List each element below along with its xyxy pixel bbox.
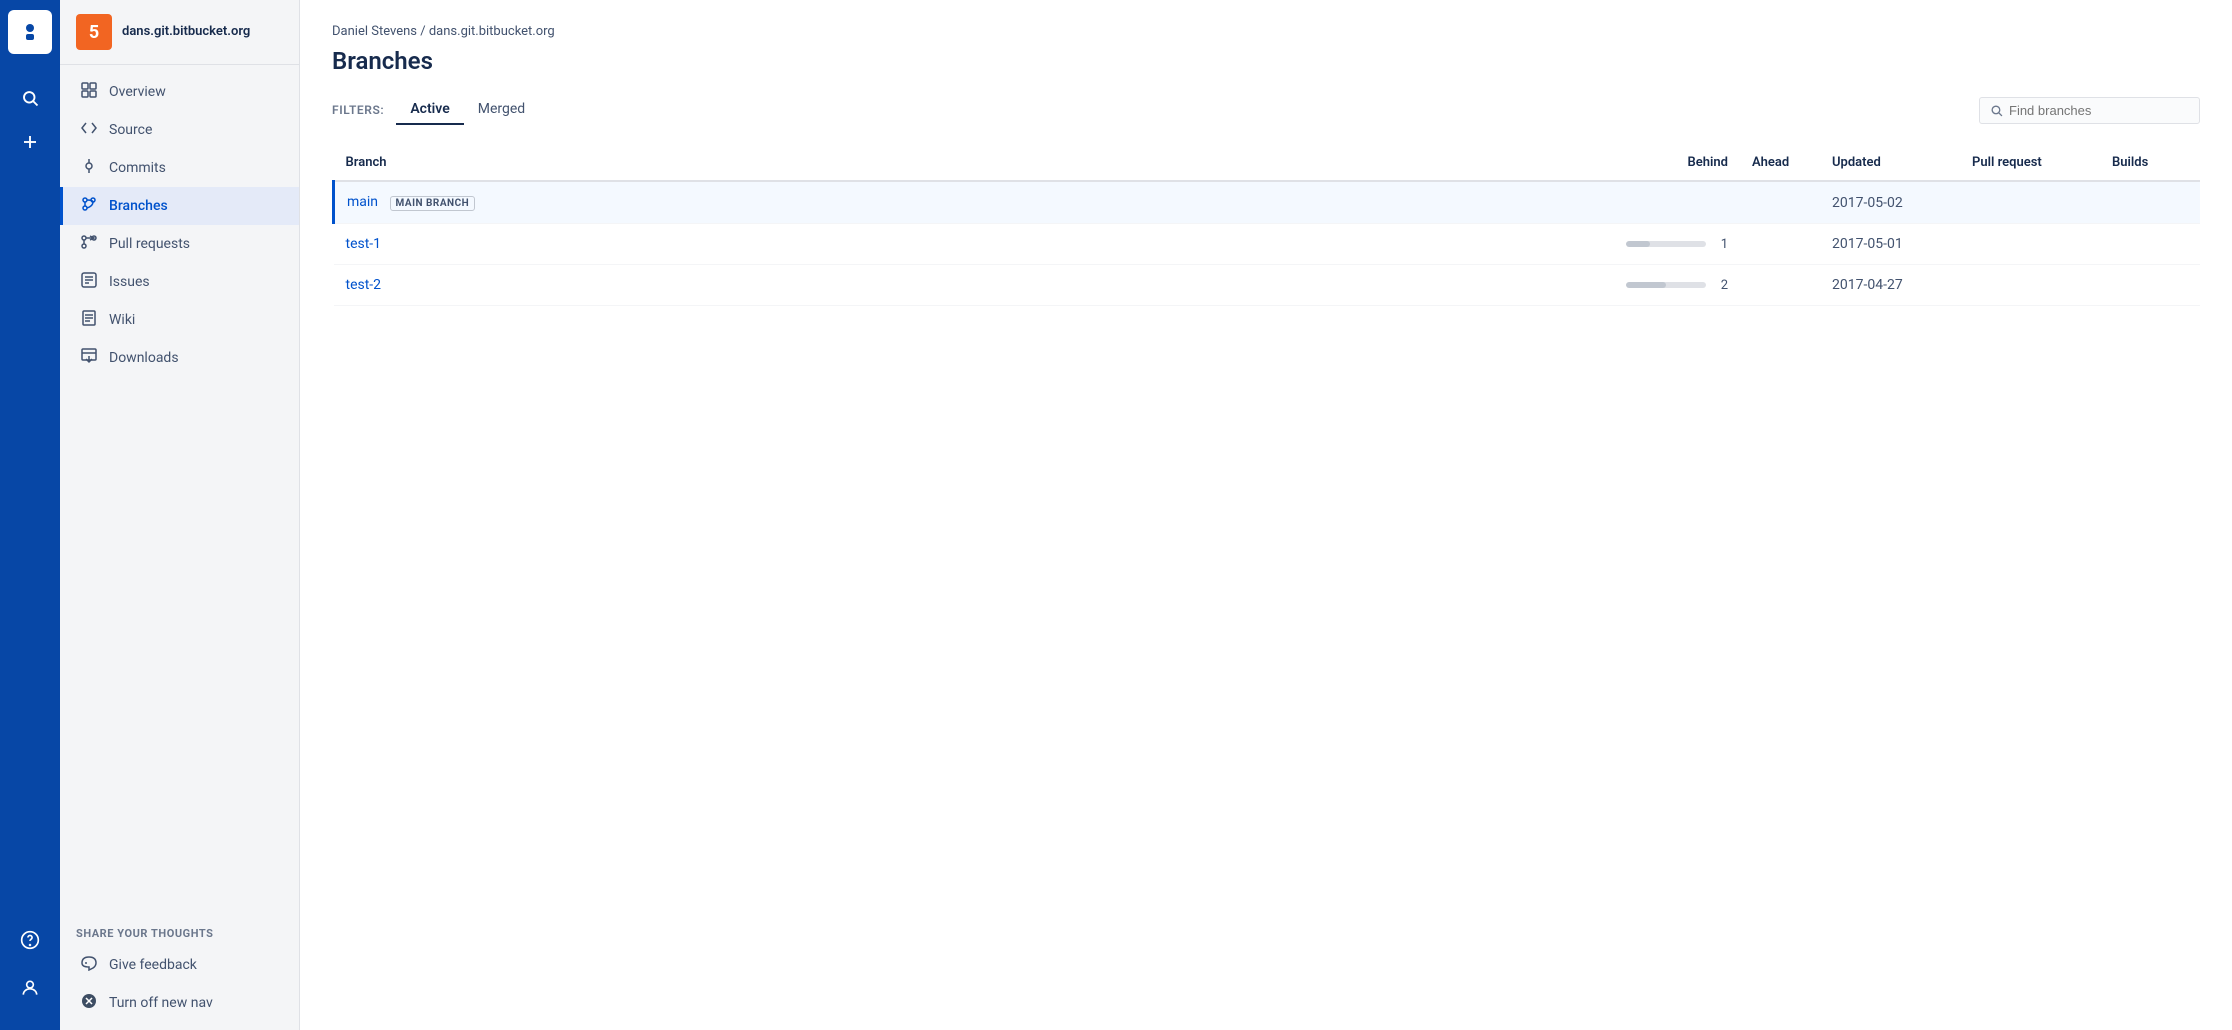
behind-bar-test2 — [1626, 282, 1706, 288]
filters-row: FILTERS: Active Merged — [332, 95, 2200, 125]
col-ahead: Ahead — [1740, 145, 1820, 181]
icon-bar — [0, 0, 60, 1030]
sidebar-bottom: SHARE YOUR THOUGHTS Give feedback Turn o… — [60, 911, 299, 1030]
sidebar-item-downloads[interactable]: Downloads — [60, 339, 299, 377]
sidebar-item-wiki-label: Wiki — [109, 312, 135, 328]
branches-icon — [79, 196, 99, 216]
col-builds: Builds — [2100, 145, 2200, 181]
sidebar-item-overview-label: Overview — [109, 84, 166, 100]
col-branch: Branch — [334, 145, 1581, 181]
sidebar-item-give-feedback-label: Give feedback — [109, 957, 197, 973]
table-row: test-2 2 2017-04-27 — [334, 265, 2201, 306]
search-button[interactable] — [10, 78, 50, 118]
sidebar: 5 dans.git.bitbucket.org Overview Source — [60, 0, 300, 1030]
behind-num-test2: 2 — [1712, 278, 1728, 293]
share-thoughts-title: SHARE YOUR THOUGHTS — [60, 911, 299, 946]
ahead-cell-test1 — [1740, 224, 1820, 265]
sidebar-item-branches-label: Branches — [109, 198, 168, 214]
issues-icon — [79, 272, 99, 292]
main-branch-badge: MAIN BRANCH — [390, 196, 476, 211]
main-content: Daniel Stevens / dans.git.bitbucket.org … — [300, 0, 2232, 1030]
sidebar-item-issues-label: Issues — [109, 274, 150, 290]
sidebar-nav: Overview Source Commits — [60, 65, 299, 911]
table-row: main MAIN BRANCH 2017-05-02 — [334, 181, 2201, 224]
create-button[interactable] — [10, 122, 50, 162]
sidebar-item-overview[interactable]: Overview — [60, 73, 299, 111]
pr-cell-main — [1960, 181, 2100, 224]
sidebar-item-turn-off-nav-label: Turn off new nav — [109, 995, 213, 1011]
table-header: Branch Behind Ahead Updated Pull request… — [334, 145, 2201, 181]
table-row: test-1 1 2017-05-01 — [334, 224, 2201, 265]
behind-num-test1: 1 — [1712, 237, 1728, 252]
ahead-cell-test2 — [1740, 265, 1820, 306]
pr-cell-test2 — [1960, 265, 2100, 306]
updated-cell-test2: 2017-04-27 — [1820, 265, 1960, 306]
source-icon — [79, 120, 99, 140]
col-pull-request: Pull request — [1960, 145, 2100, 181]
branch-link-test2[interactable]: test-2 — [346, 277, 382, 293]
breadcrumb-user: Daniel Stevens — [332, 24, 417, 39]
filter-tab-active[interactable]: Active — [396, 95, 463, 125]
builds-cell-test2 — [2100, 265, 2200, 306]
branch-search-box[interactable] — [1979, 97, 2200, 124]
repo-name: dans.git.bitbucket.org — [122, 24, 250, 41]
sidebar-item-wiki[interactable]: Wiki — [60, 301, 299, 339]
builds-cell-test1 — [2100, 224, 2200, 265]
branch-cell-main: main MAIN BRANCH — [334, 181, 1581, 224]
sidebar-item-commits-label: Commits — [109, 160, 166, 176]
behind-cell-test1: 1 — [1580, 224, 1740, 265]
breadcrumb-separator: / — [420, 24, 429, 39]
branch-cell-test1: test-1 — [334, 224, 1581, 265]
sidebar-item-source-label: Source — [109, 122, 152, 138]
pull-requests-icon — [79, 234, 99, 254]
sidebar-item-pull-requests-label: Pull requests — [109, 236, 190, 252]
turn-off-nav-icon — [79, 993, 99, 1013]
col-updated: Updated — [1820, 145, 1960, 181]
avatar-button[interactable] — [10, 968, 50, 1008]
updated-cell-main: 2017-05-02 — [1820, 181, 1960, 224]
behind-bar-test1 — [1626, 241, 1706, 247]
app-logo[interactable] — [8, 10, 52, 54]
help-button[interactable] — [10, 920, 50, 960]
sidebar-item-give-feedback[interactable]: Give feedback — [60, 946, 299, 984]
search-icon — [1990, 104, 2003, 117]
feedback-icon — [79, 955, 99, 975]
pr-cell-test1 — [1960, 224, 2100, 265]
filters-left: FILTERS: Active Merged — [332, 95, 539, 125]
filter-tab-merged[interactable]: Merged — [464, 95, 539, 125]
branch-link-main[interactable]: main — [347, 194, 378, 210]
behind-cell-test2: 2 — [1580, 265, 1740, 306]
table-body: main MAIN BRANCH 2017-05-02 test-1 — [334, 181, 2201, 306]
branches-table: Branch Behind Ahead Updated Pull request… — [332, 145, 2200, 306]
col-behind: Behind — [1580, 145, 1740, 181]
sidebar-item-source[interactable]: Source — [60, 111, 299, 149]
commits-icon — [79, 158, 99, 178]
ahead-cell-main — [1740, 181, 1820, 224]
builds-cell-main — [2100, 181, 2200, 224]
updated-cell-test1: 2017-05-01 — [1820, 224, 1960, 265]
sidebar-header: 5 dans.git.bitbucket.org — [60, 0, 299, 65]
sidebar-item-branches[interactable]: Branches — [60, 187, 299, 225]
sidebar-item-turn-off-nav[interactable]: Turn off new nav — [60, 984, 299, 1022]
sidebar-item-downloads-label: Downloads — [109, 350, 179, 366]
breadcrumb-repo: dans.git.bitbucket.org — [429, 24, 555, 39]
filters-label: FILTERS: — [332, 103, 384, 117]
sidebar-item-pull-requests[interactable]: Pull requests — [60, 225, 299, 263]
sidebar-item-commits[interactable]: Commits — [60, 149, 299, 187]
behind-cell-main — [1580, 181, 1740, 224]
wiki-icon — [79, 310, 99, 330]
breadcrumb: Daniel Stevens / dans.git.bitbucket.org — [332, 24, 2200, 39]
branch-cell-test2: test-2 — [334, 265, 1581, 306]
downloads-icon — [79, 348, 99, 368]
search-input[interactable] — [2009, 103, 2189, 118]
overview-icon — [79, 82, 99, 102]
branch-link-test1[interactable]: test-1 — [346, 236, 382, 252]
repo-icon: 5 — [76, 14, 112, 50]
page-title: Branches — [332, 47, 2200, 75]
sidebar-item-issues[interactable]: Issues — [60, 263, 299, 301]
